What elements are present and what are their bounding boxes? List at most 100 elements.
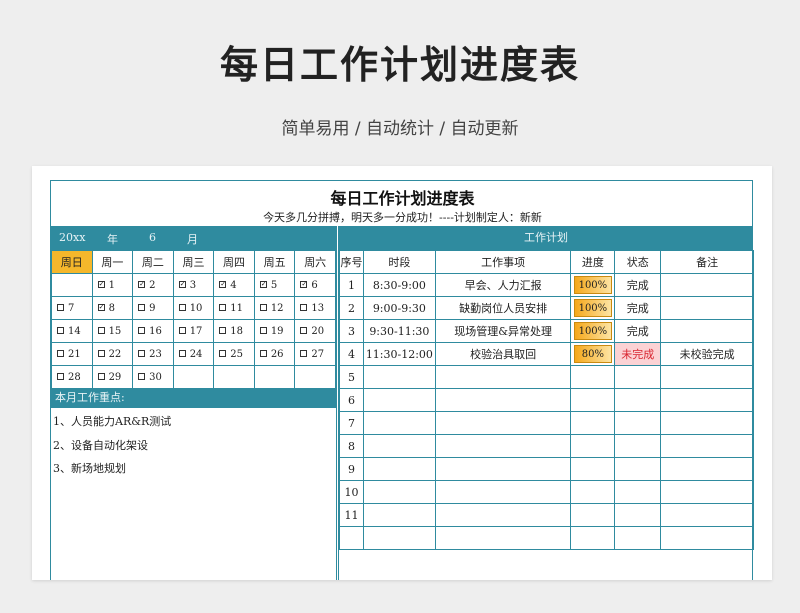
cell-no[interactable]: 9: [339, 457, 364, 481]
checked-checkbox-icon[interactable]: ✓: [259, 280, 267, 288]
checkbox-icon[interactable]: [300, 326, 308, 334]
cell-task[interactable]: 现场管理&异常处理: [434, 319, 572, 343]
calendar-day[interactable]: 22: [91, 342, 134, 366]
cell-note[interactable]: 未校验完成: [660, 342, 754, 366]
cell-time[interactable]: [362, 503, 436, 527]
calendar-day[interactable]: 11: [213, 296, 255, 320]
calendar-day[interactable]: 18: [213, 319, 255, 343]
cell-no[interactable]: 11: [339, 503, 364, 527]
cell-status[interactable]: [614, 388, 662, 412]
calendar-day[interactable]: 15: [91, 319, 134, 343]
calendar-day[interactable]: 16: [132, 319, 174, 343]
cell-time[interactable]: 8:30-9:00: [362, 273, 436, 297]
calendar-day[interactable]: 26: [253, 342, 296, 366]
checkbox-icon[interactable]: [97, 326, 105, 334]
cell-no[interactable]: [339, 526, 364, 550]
calendar-day[interactable]: 23: [132, 342, 174, 366]
cell-task[interactable]: [434, 434, 572, 458]
calendar-day[interactable]: 14: [51, 319, 93, 343]
cell-status[interactable]: [614, 434, 662, 458]
cell-status[interactable]: 完成: [614, 319, 662, 343]
calendar-day[interactable]: 9: [132, 296, 174, 320]
cell-note[interactable]: [660, 365, 754, 389]
calendar-day[interactable]: 12: [253, 296, 296, 320]
cell-time[interactable]: [362, 411, 436, 435]
cell-no[interactable]: 6: [339, 388, 364, 412]
cell-progress[interactable]: [570, 365, 616, 389]
calendar-day[interactable]: 25: [213, 342, 255, 366]
cell-no[interactable]: 1: [339, 273, 364, 297]
cell-time[interactable]: 9:30-11:30: [362, 319, 436, 343]
checkbox-icon[interactable]: [300, 349, 308, 357]
cell-note[interactable]: [660, 319, 754, 343]
calendar-day[interactable]: ✓ 6: [294, 273, 336, 297]
cell-no[interactable]: 8: [339, 434, 364, 458]
cell-time[interactable]: [362, 526, 436, 550]
calendar-day[interactable]: ✓ 3: [172, 273, 215, 297]
cell-status[interactable]: [614, 503, 662, 527]
cell-no[interactable]: 3: [339, 319, 364, 343]
checkbox-icon[interactable]: [259, 349, 267, 357]
calendar-day[interactable]: ✓ 5: [253, 273, 296, 297]
cell-time[interactable]: [362, 365, 436, 389]
cell-status[interactable]: [614, 411, 662, 435]
cell-time[interactable]: [362, 434, 436, 458]
checked-checkbox-icon[interactable]: ✓: [178, 280, 186, 288]
cell-task[interactable]: [434, 503, 572, 527]
cell-task[interactable]: [434, 480, 572, 504]
cell-progress[interactable]: [570, 434, 616, 458]
cell-task[interactable]: [434, 457, 572, 481]
cell-task[interactable]: [434, 411, 572, 435]
checked-checkbox-icon[interactable]: ✓: [97, 303, 105, 311]
checkbox-icon[interactable]: [57, 372, 64, 380]
checkbox-icon[interactable]: [138, 326, 146, 334]
cell-status[interactable]: [614, 457, 662, 481]
checkbox-icon[interactable]: [219, 326, 227, 334]
checkbox-icon[interactable]: [178, 326, 186, 334]
checkbox-icon[interactable]: [300, 303, 308, 311]
checkbox-icon[interactable]: [138, 349, 146, 357]
cell-progress[interactable]: [570, 411, 616, 435]
cell-status[interactable]: [614, 365, 662, 389]
cell-time[interactable]: [362, 457, 436, 481]
checkbox-icon[interactable]: [57, 326, 64, 334]
cell-status[interactable]: [614, 526, 662, 550]
calendar-day[interactable]: 28: [51, 365, 93, 389]
cell-task[interactable]: [434, 526, 572, 550]
cell-no[interactable]: 10: [339, 480, 364, 504]
cell-progress[interactable]: [570, 388, 616, 412]
cell-no[interactable]: 2: [339, 296, 364, 320]
cell-note[interactable]: [660, 296, 754, 320]
cell-progress[interactable]: [570, 503, 616, 527]
calendar-day[interactable]: 30: [132, 365, 174, 389]
cell-note[interactable]: [660, 388, 754, 412]
cell-progress[interactable]: 100%: [570, 273, 616, 297]
cell-progress[interactable]: 100%: [570, 296, 616, 320]
cell-note[interactable]: [660, 273, 754, 297]
cell-no[interactable]: 5: [339, 365, 364, 389]
cell-note[interactable]: [660, 411, 754, 435]
calendar-day[interactable]: 10: [172, 296, 215, 320]
cell-note[interactable]: [660, 480, 754, 504]
cell-task[interactable]: 早会、人力汇报: [434, 273, 572, 297]
cell-progress[interactable]: 100%: [570, 319, 616, 343]
checkbox-icon[interactable]: [259, 303, 267, 311]
checked-checkbox-icon[interactable]: ✓: [97, 280, 105, 288]
calendar-day[interactable]: 20: [294, 319, 336, 343]
checkbox-icon[interactable]: [97, 349, 105, 357]
cell-progress[interactable]: [570, 480, 616, 504]
cell-no[interactable]: 4: [339, 342, 364, 366]
calendar-day[interactable]: ✓ 8: [91, 296, 134, 320]
checked-checkbox-icon[interactable]: ✓: [300, 280, 308, 288]
checked-checkbox-icon[interactable]: ✓: [219, 280, 227, 288]
cell-note[interactable]: [660, 503, 754, 527]
cell-note[interactable]: [660, 434, 754, 458]
checkbox-icon[interactable]: [219, 303, 227, 311]
checked-checkbox-icon[interactable]: ✓: [138, 280, 146, 288]
cell-time[interactable]: [362, 388, 436, 412]
cell-status[interactable]: 完成: [614, 296, 662, 320]
cell-status[interactable]: 未完成: [614, 342, 662, 366]
checkbox-icon[interactable]: [138, 372, 146, 380]
calendar-day[interactable]: ✓ 4: [213, 273, 255, 297]
checkbox-icon[interactable]: [57, 349, 64, 357]
